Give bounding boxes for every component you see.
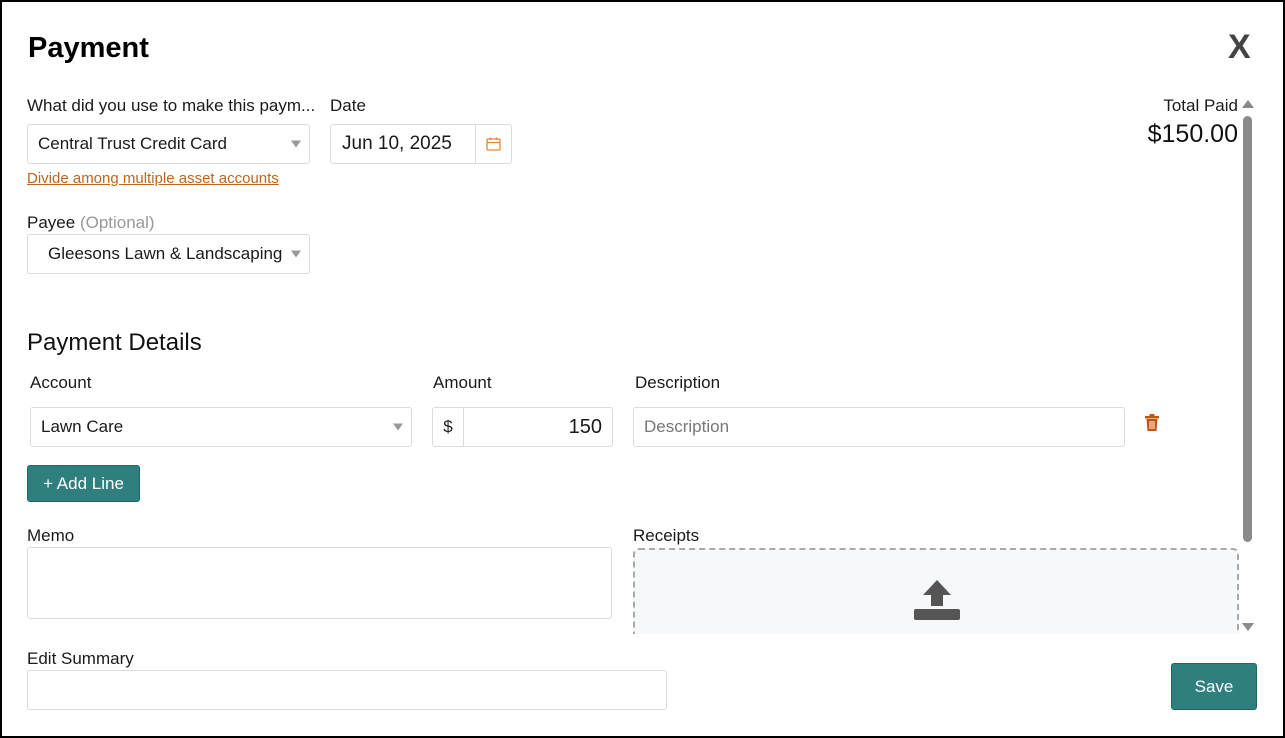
payee-optional: (Optional): [79, 213, 155, 232]
chevron-down-icon: [291, 250, 301, 258]
edit-summary-label: Edit Summary: [27, 649, 134, 668]
payment-method-value: Central Trust Credit Card: [38, 134, 227, 153]
upload-icon: [913, 578, 961, 627]
receipts-label: Receipts: [633, 526, 700, 545]
scrollbar-thumb[interactable]: [1243, 116, 1252, 542]
scroll-up-arrow-icon[interactable]: [1242, 100, 1254, 108]
add-line-button[interactable]: + Add Line: [27, 465, 140, 502]
payee-select[interactable]: Gleesons Lawn & Landscaping: [27, 234, 310, 274]
date-picker[interactable]: Jun 10, 2025: [330, 124, 512, 164]
account-column-header: Account: [30, 373, 92, 392]
scroll-down-arrow-icon[interactable]: [1242, 623, 1254, 631]
payee-value: Gleesons Lawn & Landscaping: [48, 244, 283, 263]
payment-method-label: What did you use to make this paym...: [27, 96, 316, 115]
date-label: Date: [330, 96, 366, 115]
payment-details-heading: Payment Details: [27, 329, 202, 356]
dialog-footer: Edit Summary Save: [2, 636, 1283, 736]
chevron-down-icon: [393, 423, 403, 431]
delete-line-trash-icon[interactable]: [1144, 414, 1160, 437]
amount-column-header: Amount: [433, 373, 492, 392]
save-button[interactable]: Save: [1171, 663, 1257, 710]
total-paid-label: Total Paid: [1163, 96, 1238, 115]
edit-summary-input[interactable]: [27, 670, 667, 710]
description-column-header: Description: [635, 373, 721, 392]
memo-label: Memo: [27, 526, 75, 545]
payee-label-text: Payee: [27, 213, 76, 232]
line-account-select[interactable]: Lawn Care: [30, 407, 412, 447]
close-button[interactable]: X: [1228, 30, 1251, 64]
line-amount-input[interactable]: 150: [464, 408, 612, 446]
payment-dialog: Payment X What did you use to make this …: [0, 0, 1285, 738]
line-amount-field: $ 150: [432, 407, 613, 447]
total-paid-value: $150.00: [1147, 120, 1238, 148]
dialog-title: Payment: [28, 32, 149, 64]
receipts-dropzone[interactable]: [633, 548, 1239, 648]
line-account-value: Lawn Care: [41, 417, 124, 436]
divide-accounts-link[interactable]: Divide among multiple asset accounts: [27, 170, 279, 187]
line-description-input[interactable]: Description: [633, 407, 1125, 447]
date-input[interactable]: Jun 10, 2025: [331, 125, 476, 163]
payee-label: Payee (Optional): [27, 213, 155, 233]
memo-textarea[interactable]: [27, 547, 612, 619]
payment-method-select[interactable]: Central Trust Credit Card: [27, 124, 310, 164]
chevron-down-icon: [291, 140, 301, 148]
calendar-icon[interactable]: [476, 125, 511, 163]
currency-symbol: $: [433, 408, 464, 446]
